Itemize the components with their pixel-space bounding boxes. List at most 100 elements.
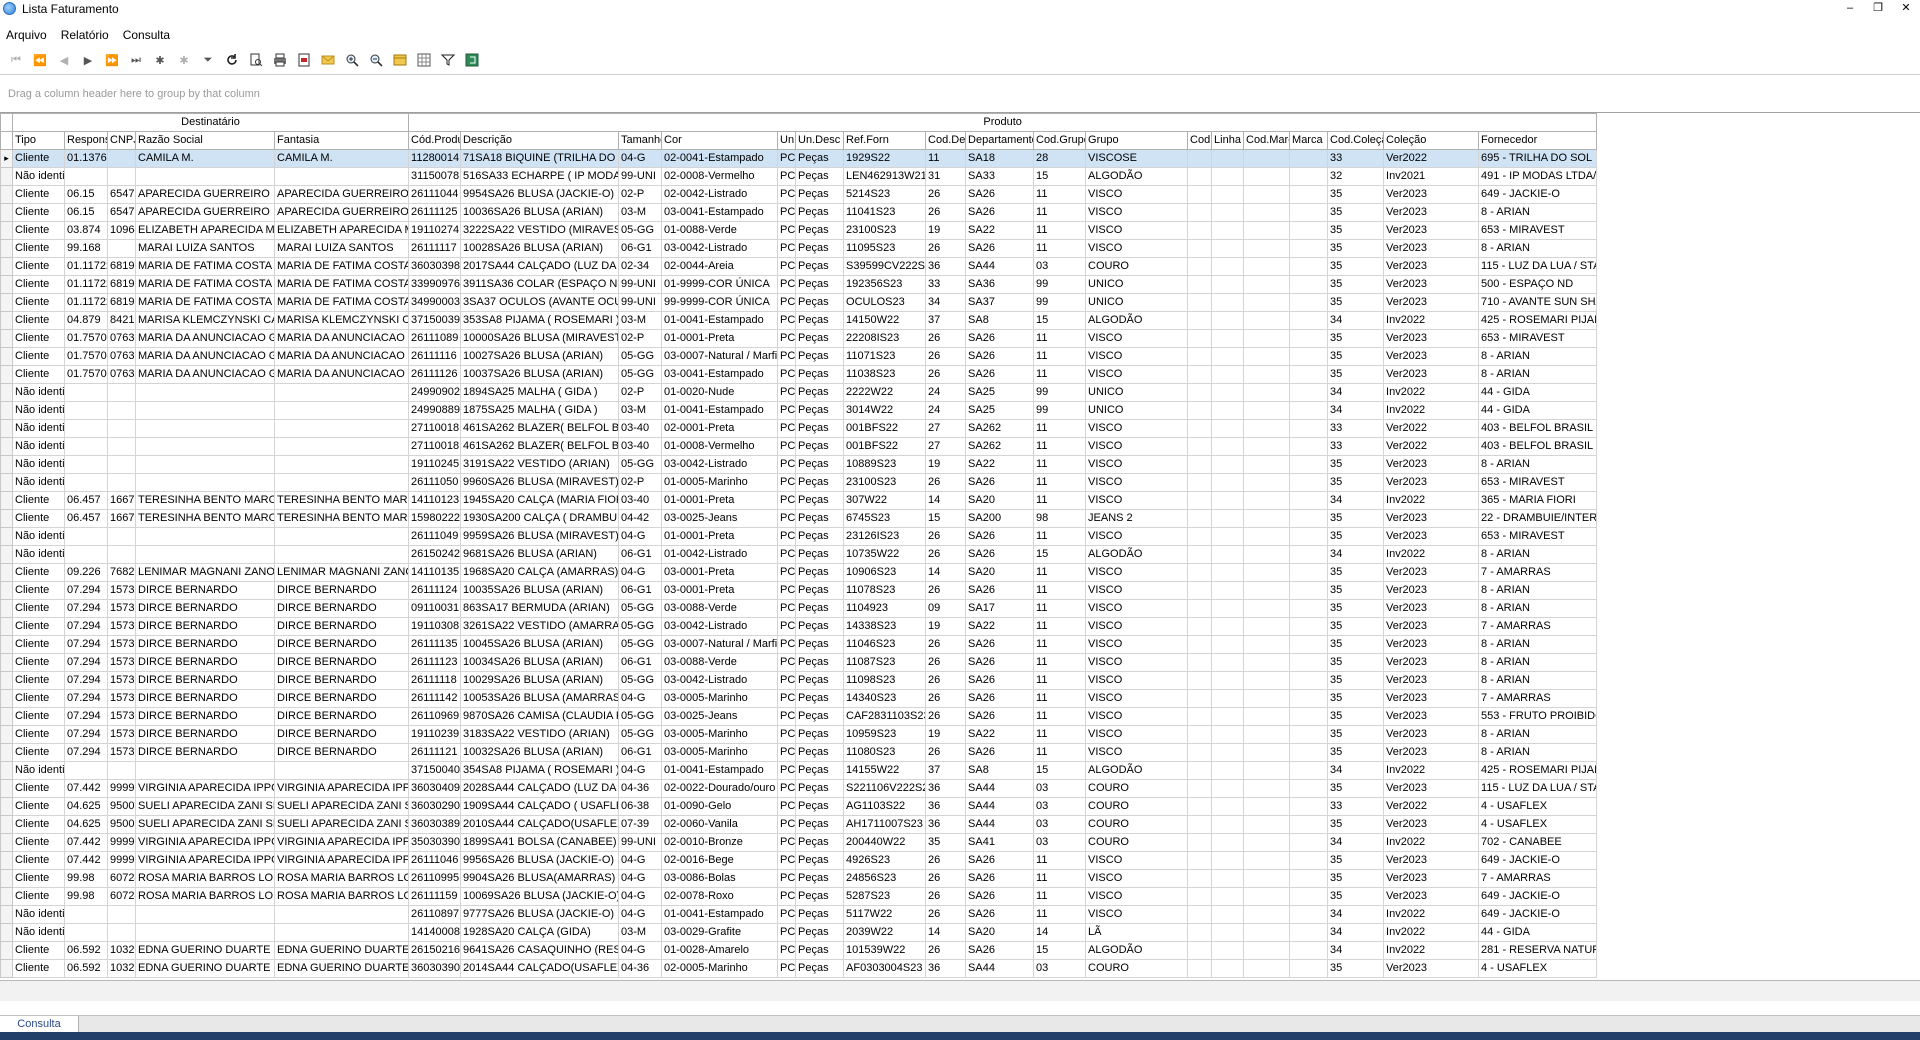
- table-cell[interactable]: SA26: [965, 869, 1035, 888]
- menu-consulta[interactable]: Consulta: [116, 27, 177, 43]
- table-cell[interactable]: [1187, 365, 1213, 384]
- table-cell[interactable]: 101539W22: [843, 941, 927, 960]
- column-header-cod-grupo[interactable]: Cod.Grupo: [1033, 131, 1087, 150]
- column-header-departamento[interactable]: Departamento: [965, 131, 1035, 150]
- table-cell[interactable]: 35: [1327, 293, 1385, 312]
- table-cell[interactable]: DIRCE BERNARDO: [135, 725, 275, 744]
- table-cell[interactable]: DIRCE BERNARDO: [135, 707, 275, 726]
- table-cell[interactable]: 31: [925, 167, 967, 186]
- table-row[interactable]: Cliente06.59210326EDNA GUERINO DUARTEEDN…: [0, 941, 1598, 960]
- table-cell[interactable]: Peças: [795, 905, 845, 924]
- table-cell[interactable]: 9954SA26 BLUSA (JACKIE-O): [460, 185, 620, 204]
- table-row[interactable]: Cliente07.29415731DIRCE BERNARDODIRCE BE…: [0, 707, 1598, 726]
- table-cell[interactable]: [1187, 815, 1213, 834]
- table-cell[interactable]: VISCO: [1085, 617, 1189, 636]
- table-cell[interactable]: PC: [777, 149, 797, 168]
- table-cell[interactable]: DIRCE BERNARDO: [135, 617, 275, 636]
- table-cell[interactable]: [1211, 401, 1245, 420]
- table-cell[interactable]: APARECIDA GUERREIRO: [135, 203, 275, 222]
- table-cell[interactable]: 09110031: [408, 599, 462, 618]
- table-cell[interactable]: [1289, 311, 1329, 330]
- table-cell[interactable]: DIRCE BERNARDO: [135, 635, 275, 654]
- table-cell[interactable]: Inv2022: [1383, 761, 1480, 780]
- table-cell[interactable]: Peças: [795, 239, 845, 258]
- table-cell[interactable]: [1187, 509, 1213, 528]
- close-button[interactable]: ✕: [1892, 0, 1920, 17]
- table-cell[interactable]: [107, 545, 136, 564]
- table-cell[interactable]: [273, 473, 410, 492]
- table-cell[interactable]: 11: [1033, 635, 1087, 654]
- table-cell[interactable]: Não identificad: [12, 473, 65, 492]
- table-cell[interactable]: 27: [925, 419, 967, 438]
- table-cell[interactable]: [1243, 869, 1291, 888]
- table-cell[interactable]: 03-M: [618, 311, 663, 330]
- table-cell[interactable]: DIRCE BERNARDO: [273, 599, 410, 618]
- table-cell[interactable]: CAMILA M.: [135, 149, 275, 168]
- table-cell[interactable]: VISCO: [1085, 599, 1189, 618]
- row-indicator[interactable]: [0, 887, 13, 906]
- table-cell[interactable]: Inv2022: [1383, 311, 1480, 330]
- table-cell[interactable]: 35: [1327, 527, 1385, 546]
- table-cell[interactable]: 10032SA26 BLUSA (ARIAN): [460, 743, 620, 762]
- table-cell[interactable]: [64, 545, 108, 564]
- table-cell[interactable]: [1243, 149, 1291, 168]
- table-cell[interactable]: 9777SA26 BLUSA (JACKIE-O): [460, 905, 620, 924]
- table-cell[interactable]: Não identificad: [12, 419, 65, 438]
- table-cell[interactable]: [1211, 725, 1245, 744]
- table-cell[interactable]: 35: [1327, 887, 1385, 906]
- table-cell[interactable]: [1211, 869, 1245, 888]
- table-cell[interactable]: [1289, 383, 1329, 402]
- table-cell[interactable]: 11087S23: [843, 653, 927, 672]
- table-cell[interactable]: VIRGINIA APARECIDA IPPOLITO CRUZ: [135, 851, 275, 870]
- row-indicator[interactable]: [0, 329, 13, 348]
- column-header-ref-forn[interactable]: Ref.Forn: [843, 131, 927, 150]
- column-header-cod-marca[interactable]: Cod.Marca: [1243, 131, 1291, 150]
- table-cell[interactable]: PC: [777, 527, 797, 546]
- table-cell[interactable]: PC: [777, 311, 797, 330]
- table-cell[interactable]: MARISA KLEMCZYNSKI CAMARGO: [273, 311, 410, 330]
- table-cell[interactable]: 03-40: [618, 491, 663, 510]
- table-cell[interactable]: 03-M: [618, 401, 663, 420]
- table-cell[interactable]: APARECIDA GUERREIRO: [273, 185, 410, 204]
- table-cell[interactable]: PC: [777, 959, 797, 978]
- table-row[interactable]: Cliente06.59210326EDNA GUERINO DUARTEEDN…: [0, 959, 1598, 978]
- table-cell[interactable]: 35: [1327, 959, 1385, 978]
- table-cell[interactable]: DIRCE BERNARDO: [135, 671, 275, 690]
- table-cell[interactable]: 653 - MIRAVEST: [1478, 527, 1598, 546]
- table-cell[interactable]: [1289, 815, 1329, 834]
- table-cell[interactable]: 26: [925, 473, 967, 492]
- table-cell[interactable]: [107, 239, 136, 258]
- table-cell[interactable]: 01-0001-Preta: [661, 527, 779, 546]
- table-cell[interactable]: Inv2022: [1383, 491, 1480, 510]
- table-cell[interactable]: 02-0010-Bronze: [661, 833, 779, 852]
- table-cell[interactable]: 01.13761: [64, 149, 108, 168]
- table-cell[interactable]: [1211, 599, 1245, 618]
- table-cell[interactable]: 863SA17 BERMUDA (ARIAN): [460, 599, 620, 618]
- table-cell[interactable]: Ver2023: [1383, 887, 1480, 906]
- table-cell[interactable]: 26111123: [408, 653, 462, 672]
- table-cell[interactable]: [1243, 203, 1291, 222]
- table-cell[interactable]: 07633: [107, 365, 136, 384]
- table-cell[interactable]: 35: [1327, 689, 1385, 708]
- table-cell[interactable]: 11: [1033, 329, 1087, 348]
- row-indicator[interactable]: [0, 437, 13, 456]
- table-cell[interactable]: Não identificad: [12, 923, 65, 942]
- menu-arquivo[interactable]: Arquivo: [0, 27, 54, 43]
- table-cell[interactable]: [1243, 617, 1291, 636]
- table-cell[interactable]: 02-P: [618, 383, 663, 402]
- row-indicator[interactable]: [0, 347, 13, 366]
- table-cell[interactable]: SA26: [965, 905, 1035, 924]
- table-cell[interactable]: [273, 167, 410, 186]
- table-cell[interactable]: 04-42: [618, 509, 663, 528]
- table-cell[interactable]: 03-0005-Marinho: [661, 689, 779, 708]
- table-cell[interactable]: [1243, 815, 1291, 834]
- table-cell[interactable]: 516SA33 ECHARPE ( IP MODAS ): [460, 167, 620, 186]
- table-cell[interactable]: [1187, 527, 1213, 546]
- table-cell[interactable]: DIRCE BERNARDO: [273, 671, 410, 690]
- prev-record-icon[interactable]: ◀: [54, 51, 74, 69]
- table-cell[interactable]: 5287S23: [843, 887, 927, 906]
- table-cell[interactable]: [107, 167, 136, 186]
- table-cell[interactable]: 10029SA26 BLUSA (ARIAN): [460, 671, 620, 690]
- table-row[interactable]: Não identificad 31150078516SA33 ECHARPE (…: [0, 167, 1598, 186]
- table-cell[interactable]: [1243, 491, 1291, 510]
